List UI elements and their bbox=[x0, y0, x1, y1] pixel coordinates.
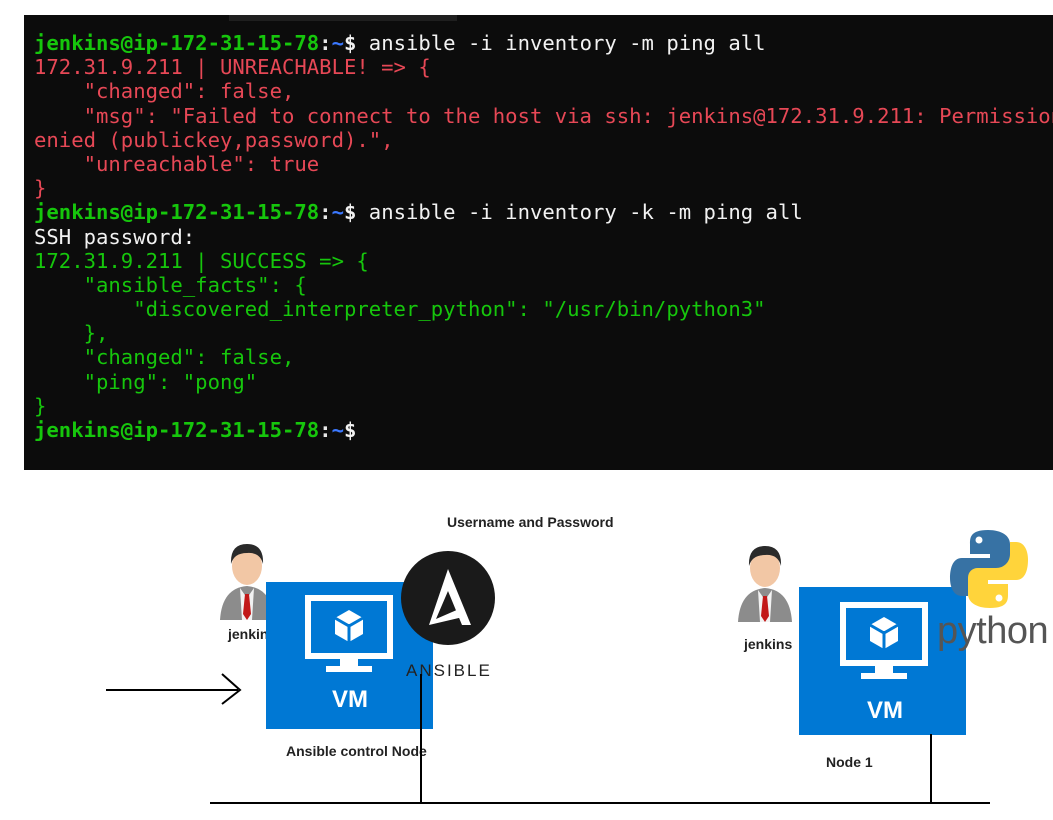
control-node-network-link bbox=[420, 674, 422, 802]
network-bus-line bbox=[210, 802, 990, 804]
arrow-right-icon bbox=[106, 673, 242, 705]
diagram-title: Username and Password bbox=[447, 514, 614, 530]
prompt-path: ~ bbox=[331, 418, 344, 442]
command-text: ansible -i inventory -m ping all bbox=[356, 31, 766, 55]
fail-close: } bbox=[34, 176, 47, 201]
python-logo-text: python bbox=[937, 610, 1049, 652]
fail-msg: "msg": "Failed to connect to the host vi… bbox=[34, 103, 1053, 128]
ok-header: 172.31.9.211 | SUCCESS => { bbox=[34, 248, 369, 273]
ansible-logo-text: ANSIBLE bbox=[406, 661, 492, 680]
command-line-3: jenkins@ip-172-31-15-78:~$ bbox=[34, 418, 1053, 442]
fail-header: 172.31.9.211 | UNREACHABLE! => { bbox=[34, 55, 431, 80]
vm-label: VM bbox=[867, 697, 903, 724]
vm-label: VM bbox=[332, 686, 368, 713]
user-avatar-icon bbox=[738, 546, 792, 622]
command-line-2: jenkins@ip-172-31-15-78:~$ ansible -i in… bbox=[34, 200, 1053, 224]
command-text: ansible -i inventory -k -m ping all bbox=[356, 200, 803, 225]
command-line-1: jenkins@ip-172-31-15-78:~$ ansible -i in… bbox=[34, 31, 1053, 55]
monitor-icon bbox=[840, 602, 928, 679]
architecture-diagram: Username and Password jenkins VM ANSIBLE… bbox=[0, 480, 1053, 820]
ok-facts-close: }, bbox=[34, 321, 109, 346]
python-logo-icon bbox=[950, 530, 1028, 608]
node-1-network-link bbox=[930, 734, 932, 802]
fail-changed: "changed": false, bbox=[34, 79, 295, 104]
node-1-caption: Node 1 bbox=[826, 754, 873, 770]
prompt-user-host: jenkins@ip-172-31-15-78 bbox=[34, 418, 320, 442]
prompt-colon: : bbox=[319, 31, 332, 55]
right-user-label: jenkins bbox=[744, 636, 793, 652]
fail-unreachable: "unreachable": true bbox=[34, 151, 320, 176]
prompt-path: ~ bbox=[331, 200, 344, 225]
ok-facts-open: "ansible_facts": { bbox=[34, 272, 307, 297]
terminal-tab-strip bbox=[229, 15, 457, 21]
prompt-path: ~ bbox=[331, 31, 344, 55]
prompt-dollar: $ bbox=[343, 418, 357, 442]
ok-changed: "changed": false, bbox=[34, 345, 295, 370]
ok-ping: "ping": "pong" bbox=[34, 369, 258, 394]
ok-close: } bbox=[34, 393, 47, 418]
prompt-dollar: $ bbox=[343, 200, 357, 225]
terminal-output: jenkins@ip-172-31-15-78:~$ ansible -i in… bbox=[34, 31, 1053, 442]
ssh-password-prompt: SSH password: bbox=[34, 224, 196, 249]
prompt-dollar: $ bbox=[343, 31, 357, 55]
prompt-user-host: jenkins@ip-172-31-15-78 bbox=[34, 31, 320, 55]
prompt-user-host: jenkins@ip-172-31-15-78 bbox=[34, 200, 320, 225]
prompt-colon: : bbox=[319, 418, 332, 442]
ok-interpreter: "discovered_interpreter_python": "/usr/b… bbox=[34, 297, 766, 322]
prompt-colon: : bbox=[319, 200, 332, 225]
fail-msg-wrap: enied (publickey,password).", bbox=[34, 127, 394, 152]
monitor-icon bbox=[305, 595, 393, 672]
control-node-caption: Ansible control Node bbox=[286, 743, 427, 759]
ansible-logo-icon bbox=[401, 551, 495, 645]
terminal-window[interactable]: jenkins@ip-172-31-15-78:~$ ansible -i in… bbox=[24, 15, 1053, 470]
